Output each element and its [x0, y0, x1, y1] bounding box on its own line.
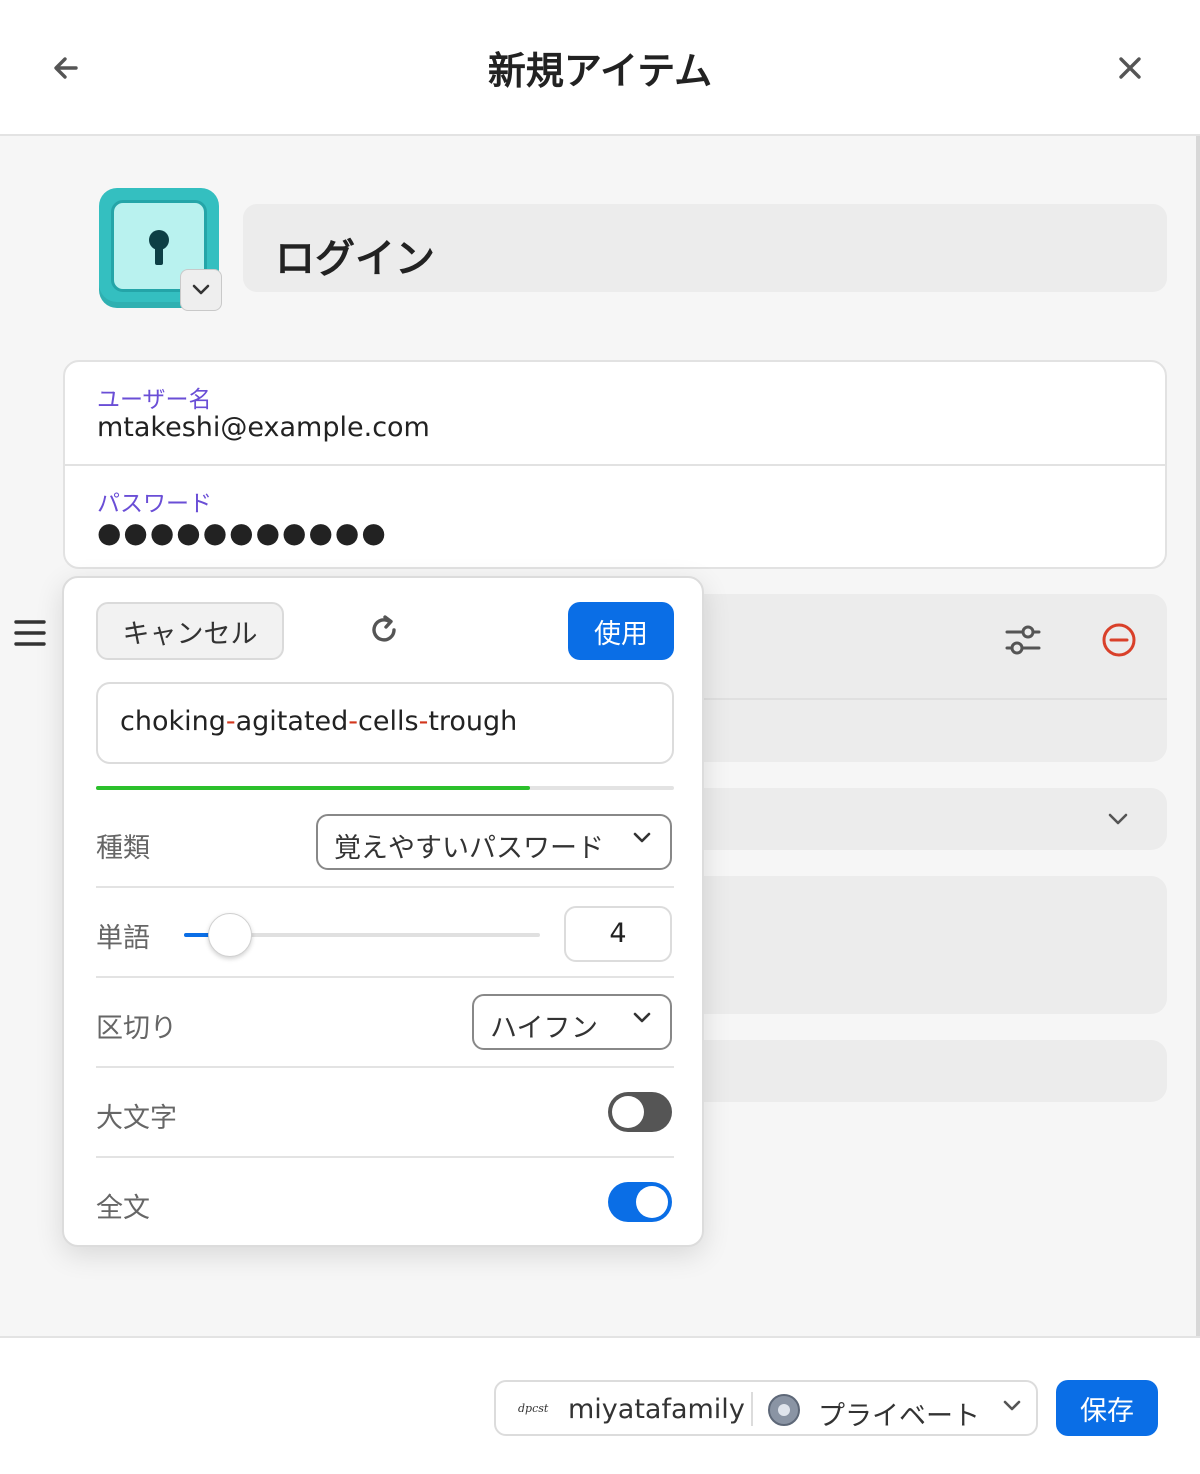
vault-picker[interactable]: dpcst miyatafamily プライベート [494, 1380, 1038, 1436]
cancel-button[interactable]: キャンセル [96, 602, 284, 660]
dialog-title: 新規アイテム [487, 49, 713, 93]
save-button[interactable]: 保存 [1056, 1380, 1158, 1436]
dialog-header: 新規アイテム [0, 0, 1200, 136]
username-row[interactable]: ユーザー名 mtakeshi@example.com [65, 362, 1165, 466]
drag-handle-icon [14, 620, 46, 646]
dialog-footer: dpcst miyatafamily プライベート 保存 [0, 1336, 1200, 1474]
remove-field-icon[interactable] [1099, 620, 1139, 660]
type-select[interactable]: 覚えやすいパスワード [316, 814, 672, 870]
close-button[interactable] [1108, 46, 1152, 90]
refresh-icon [372, 615, 396, 642]
password-masked-value[interactable]: ●●●●●●●●●●● [97, 516, 388, 549]
chevron-down-icon [633, 832, 651, 843]
chevron-down-icon [192, 284, 210, 295]
password-strength-fill [96, 786, 530, 790]
separator-option-row: 区切り ハイフン [96, 978, 674, 1068]
uppercase-label: 大文字 [96, 1103, 177, 1134]
password-word: choking [120, 706, 226, 737]
generated-password-field[interactable]: choking-agitated-cells-trough [96, 682, 674, 764]
separator-select-value: ハイフン [490, 1013, 598, 1044]
password-separator: - [348, 706, 359, 737]
password-word: trough [428, 706, 518, 737]
chevron-down-icon [1108, 813, 1128, 825]
item-title-field[interactable]: ログイン [243, 204, 1167, 292]
words-option-row: 単語 4 [96, 888, 674, 978]
window-edge [1196, 136, 1200, 1336]
regenerate-button[interactable] [362, 608, 406, 652]
type-option-row: 種類 覚えやすいパスワード [96, 798, 674, 888]
account-avatar: dpcst [518, 1402, 549, 1415]
fullwords-toggle[interactable] [608, 1182, 672, 1222]
use-password-button[interactable]: 使用 [568, 602, 674, 660]
password-separator: - [418, 706, 429, 737]
account-name: miyatafamily [568, 1394, 745, 1425]
chevron-down-icon [1003, 1400, 1021, 1411]
username-value[interactable]: mtakeshi@example.com [97, 412, 430, 443]
vault-picker-divider [751, 1392, 753, 1426]
item-title-text: ログイン [275, 236, 435, 282]
password-word: cells [358, 706, 419, 737]
generated-password-text: choking-agitated-cells-trough [120, 706, 517, 737]
item-type-dropdown[interactable] [180, 269, 222, 311]
words-count-input[interactable]: 4 [564, 906, 672, 962]
words-label: 単語 [96, 923, 150, 954]
vault-name: プライベート [818, 1401, 980, 1432]
uppercase-toggle[interactable] [608, 1092, 672, 1132]
uppercase-option-row: 大文字 [96, 1068, 674, 1158]
words-slider-knob[interactable] [208, 913, 252, 957]
password-strength-meter [96, 786, 674, 790]
password-row[interactable]: パスワード ●●●●●●●●●●● [65, 466, 1165, 570]
separator-label: 区切り [96, 1013, 177, 1044]
username-label: ユーザー名 [97, 387, 212, 413]
close-icon [1119, 57, 1141, 79]
sliders-icon[interactable] [1003, 620, 1043, 660]
vault-icon [768, 1394, 800, 1426]
password-separator: - [225, 706, 236, 737]
password-word: agitated [235, 706, 349, 737]
password-generator-popover: キャンセル 使用 choking-agitated-cells-trough 種… [62, 576, 704, 1247]
password-label: パスワード [97, 491, 212, 517]
separator-select[interactable]: ハイフン [472, 994, 672, 1050]
fullwords-option-row: 全文 [96, 1158, 674, 1248]
credentials-card: ユーザー名 mtakeshi@example.com パスワード ●●●●●●●… [63, 360, 1167, 569]
fullwords-label: 全文 [96, 1193, 150, 1224]
drag-handle[interactable] [14, 618, 50, 648]
type-select-value: 覚えやすいパスワード [334, 833, 604, 864]
type-label: 種類 [96, 833, 150, 864]
chevron-down-icon [633, 1012, 651, 1023]
